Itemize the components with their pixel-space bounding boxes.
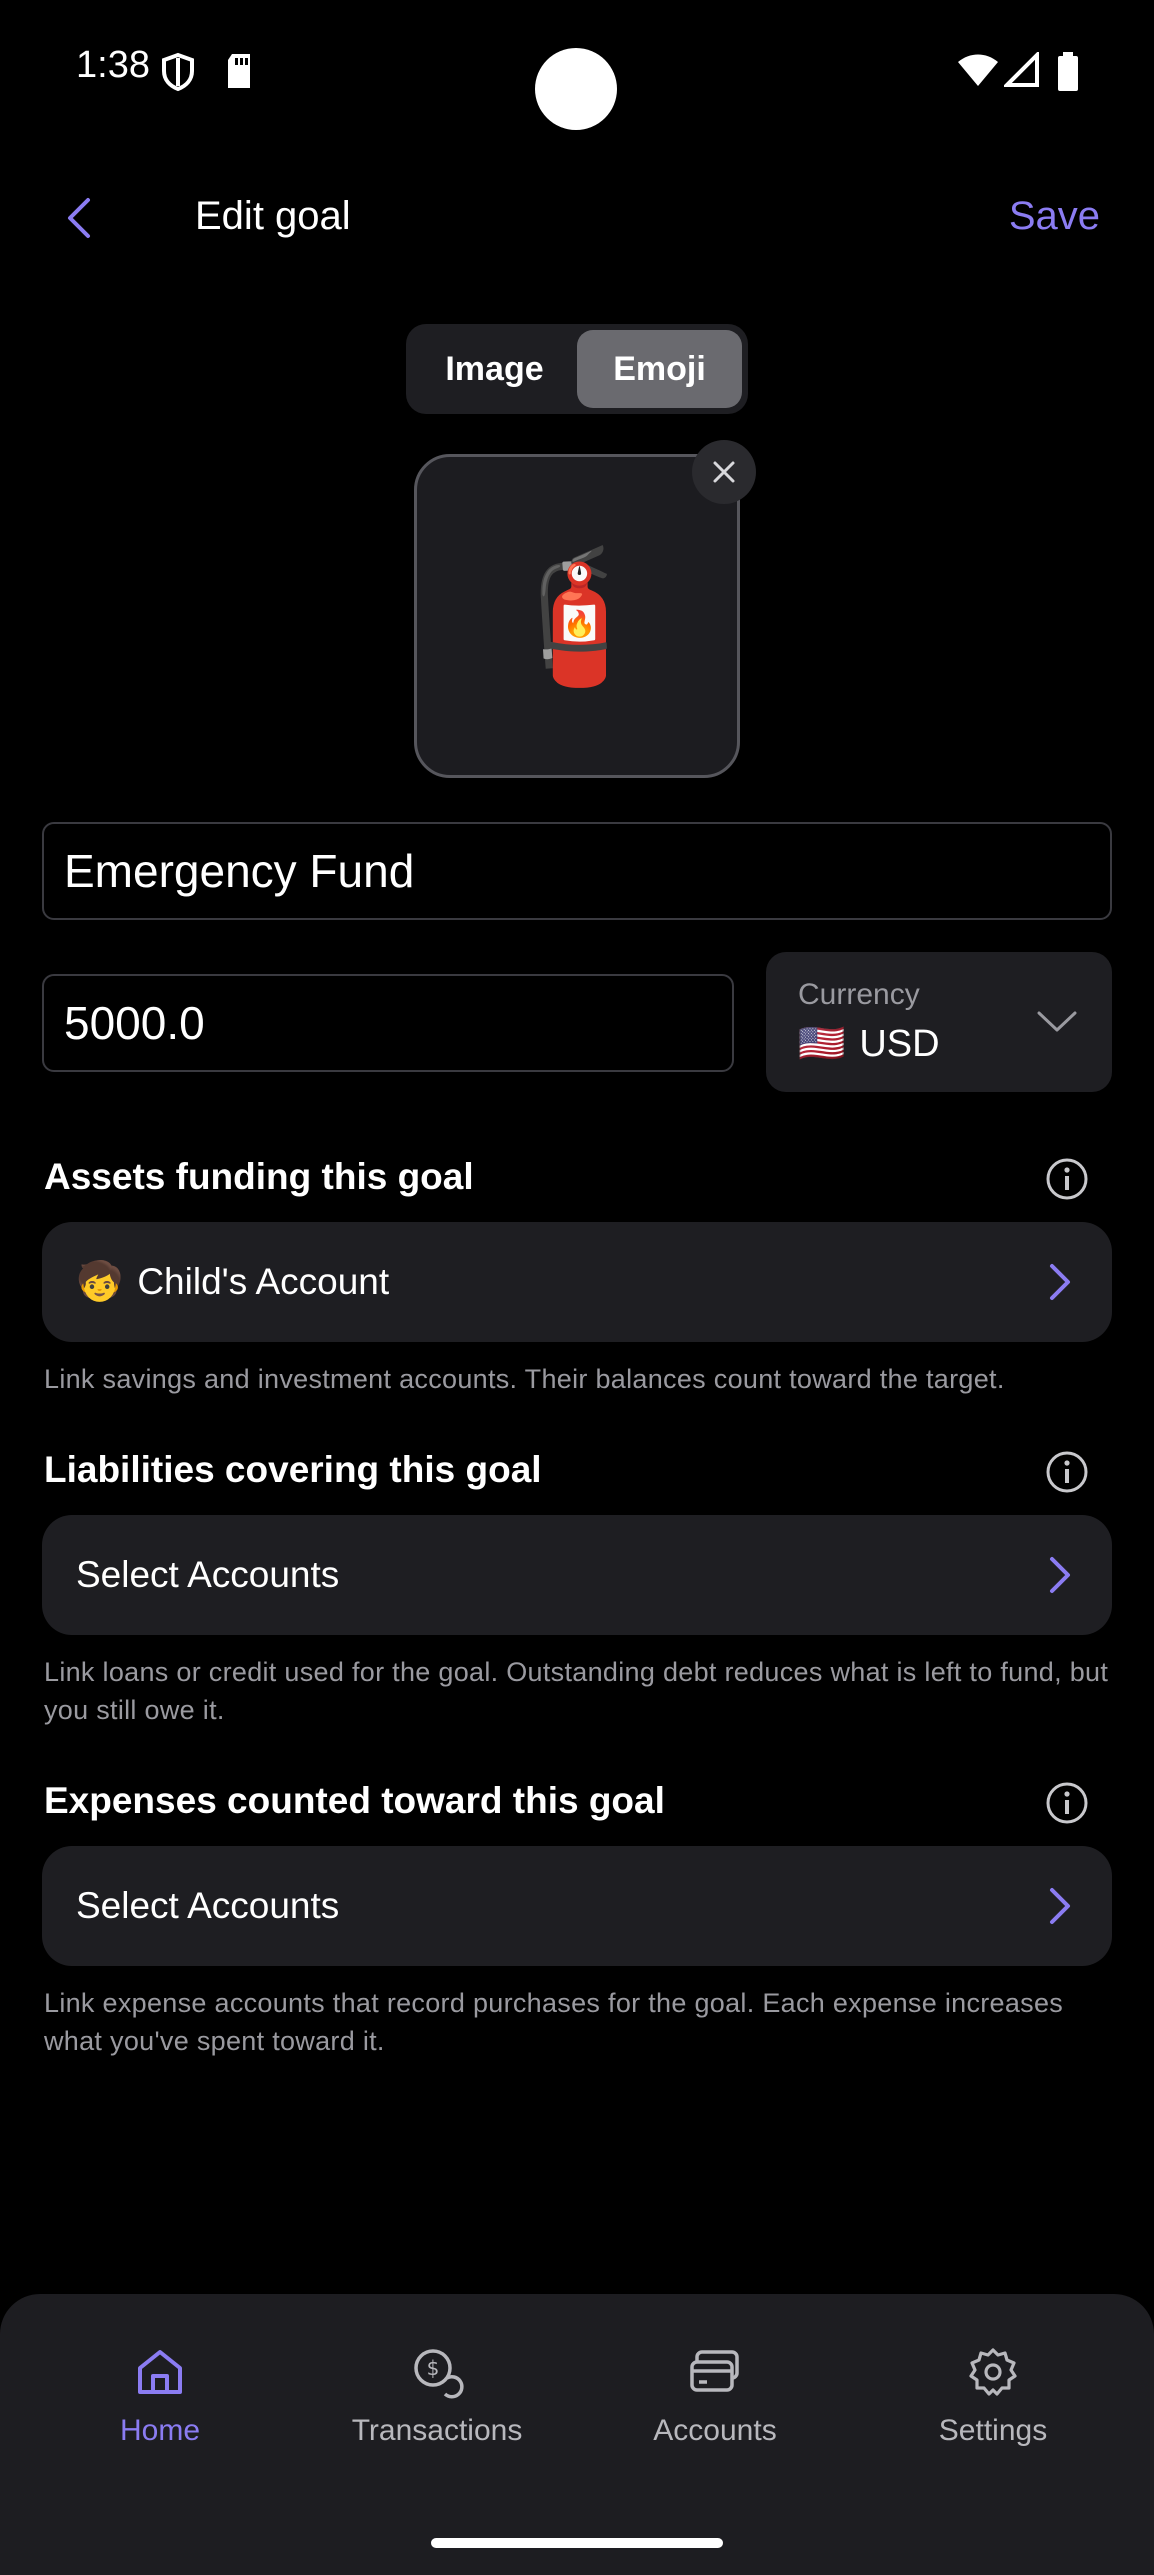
page-title: Edit goal: [195, 194, 351, 238]
save-button[interactable]: Save: [1009, 194, 1100, 239]
child-emoji: 🧒: [76, 1261, 124, 1303]
nav-accounts[interactable]: Accounts: [585, 2344, 845, 2448]
assets-selected-account: Child's Account: [137, 1261, 390, 1302]
close-icon: [713, 461, 735, 483]
tab-image[interactable]: Image: [412, 330, 577, 408]
liabilities-row-label: Select Accounts: [76, 1554, 340, 1595]
nav-settings-label: Settings: [938, 2414, 1048, 2447]
status-time: 1:38: [76, 44, 150, 86]
info-icon[interactable]: [1044, 1780, 1090, 1826]
currency-code: USD: [859, 1022, 940, 1065]
nav-home[interactable]: Home: [30, 2344, 290, 2448]
liabilities-helper-text: Link loans or credit used for the goal. …: [44, 1657, 1109, 1725]
info-icon[interactable]: [1044, 1449, 1090, 1495]
assets-row-label: 🧒 Child's Account: [76, 1222, 389, 1342]
sd-card-icon: [228, 54, 250, 88]
nav-settings[interactable]: Settings: [863, 2344, 1123, 2448]
currency-label: Currency: [798, 978, 920, 1011]
goal-name-field[interactable]: Emergency Fund: [42, 822, 1112, 920]
back-button[interactable]: [52, 188, 104, 248]
currency-dropdown[interactable]: Currency 🇺🇸 USD: [766, 952, 1112, 1092]
icon-type-toggle: Image Emoji: [406, 324, 748, 414]
goal-emoji-preview[interactable]: 🧯: [414, 454, 740, 778]
assets-section-title: Assets funding this goal: [44, 1156, 474, 1197]
bottom-navigation: Home $ Transactions Accounts Settings: [0, 2294, 1154, 2575]
nav-transactions[interactable]: $ Transactions: [307, 2344, 567, 2448]
chevron-right-icon: [1050, 1888, 1070, 1924]
chevron-left-icon: [68, 198, 90, 238]
goal-name-value: Emergency Fund: [64, 845, 415, 897]
wifi-icon: [958, 54, 998, 86]
liabilities-section-title: Liabilities covering this goal: [44, 1449, 542, 1490]
nav-home-label: Home: [119, 2414, 201, 2447]
chevron-down-icon: [1037, 1011, 1077, 1032]
shield-status-icon: [162, 52, 194, 92]
transactions-icon: $: [414, 2349, 464, 2399]
cellular-signal-icon: [1004, 52, 1039, 87]
assets-helper-text: Link savings and investment accounts. Th…: [44, 1364, 1005, 1394]
fire-extinguisher-emoji: 🧯: [496, 543, 658, 689]
home-icon: [138, 2350, 182, 2394]
currency-value: 🇺🇸 USD: [798, 1022, 940, 1066]
settings-icon: [969, 2348, 1017, 2396]
expenses-row-label: Select Accounts: [76, 1885, 340, 1926]
camera-cutout: [535, 48, 617, 130]
accounts-icon: [690, 2350, 739, 2392]
clear-emoji-button[interactable]: [692, 440, 756, 504]
nav-transactions-label: Transactions: [351, 2414, 523, 2447]
expenses-accounts-row[interactable]: Select Accounts: [42, 1846, 1112, 1966]
nav-accounts-label: Accounts: [653, 2414, 777, 2447]
liabilities-accounts-row[interactable]: Select Accounts: [42, 1515, 1112, 1635]
assets-accounts-row[interactable]: 🧒 Child's Account: [42, 1222, 1112, 1342]
expenses-section-title: Expenses counted toward this goal: [44, 1780, 665, 1821]
target-amount-field[interactable]: 5000.0: [42, 974, 734, 1072]
tab-emoji[interactable]: Emoji: [577, 330, 742, 408]
home-indicator: [431, 2538, 723, 2548]
svg-text:$: $: [427, 2356, 440, 2380]
us-flag-icon: 🇺🇸: [798, 1023, 846, 1065]
chevron-right-icon: [1050, 1264, 1070, 1300]
chevron-right-icon: [1050, 1557, 1070, 1593]
battery-icon: [1058, 52, 1078, 91]
info-icon[interactable]: [1044, 1156, 1090, 1202]
target-amount-value: 5000.0: [64, 997, 205, 1049]
expenses-helper-text: Link expense accounts that record purcha…: [44, 1988, 1064, 2056]
